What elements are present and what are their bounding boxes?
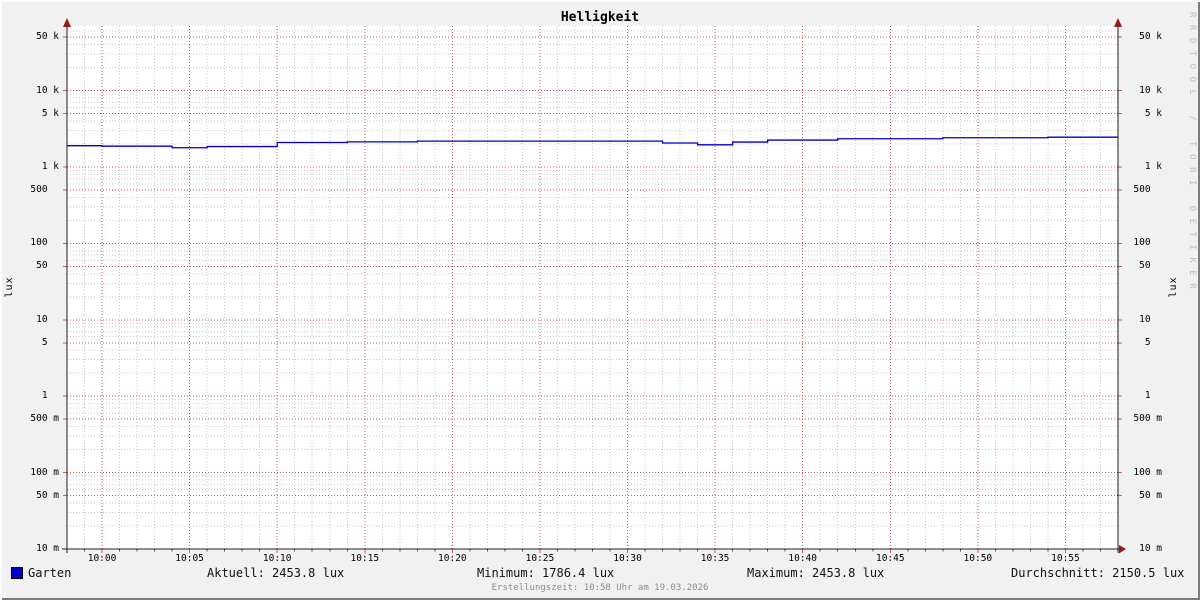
y-tick-label-right: 1 (1144, 390, 1162, 402)
y-tick-label-left: 50 m (36, 489, 59, 501)
y-tick-label-left: 100 m (30, 466, 59, 478)
y-axis-title-left: lux (4, 276, 15, 298)
y-tick-label-right: 5 (1144, 336, 1162, 348)
y-tick-label-right: 50 k (1139, 31, 1162, 43)
legend-stat: Minimum: 1786.4 lux (477, 566, 615, 580)
legend-stat: Maximum: 2453.8 lux (747, 566, 885, 580)
y-axis-title-right: lux (1168, 276, 1179, 298)
y-tick-label-left: 5 (41, 336, 59, 348)
rrdtool-graph: Helligkeit 50 k 10 k 5 k 1 k 500 100 50 10 5… (0, 0, 1200, 600)
creation-time: Erstellungszeit: 10:58 Uhr am 19.03.2026 (491, 583, 709, 593)
x-tick-label: 10:00 (87, 553, 117, 564)
y-tick-label-left: 10 (36, 313, 59, 325)
y-tick-label-left: 5 k (41, 107, 59, 119)
y-tick-label-left: 100 (30, 237, 59, 249)
x-tick-label: 10:20 (438, 553, 467, 564)
legend: Garten Aktuell: 2453.8 lux Minimum: 1786.… (0, 566, 1200, 580)
x-tick-label: 10:10 (262, 553, 292, 564)
x-tick-label: 10:45 (875, 553, 905, 564)
y-tick-label-right: 10 k (1139, 84, 1162, 96)
legend-stat: Aktuell: 2453.8 lux (207, 566, 345, 580)
y-tick-label-left: 10 m (36, 543, 59, 554)
x-tick-label: 10:25 (525, 553, 555, 564)
graph-title: Helligkeit (560, 10, 640, 25)
legend-stat: Durchschnitt: 2150.5 lux (1011, 566, 1185, 580)
x-tick-label: 10:35 (700, 553, 730, 564)
x-tick-label: 10:55 (1051, 553, 1080, 564)
x-tick-label: 10:40 (788, 553, 817, 564)
y-tick-label-left: 1 k (41, 160, 59, 172)
y-tick-label-left: 50 k (36, 31, 59, 43)
y-tick-label-left: 10 k (36, 84, 59, 96)
y-tick-label-left: 500 (30, 183, 59, 195)
y-tick-label-right: 50 (1139, 260, 1162, 272)
y-tick-label-right: 50 m (1139, 489, 1162, 501)
y-tick-label-left: 1 (41, 390, 59, 402)
y-tick-label-right: 10 m (1139, 543, 1162, 554)
x-tick-label: 10:50 (963, 553, 993, 564)
y-tick-label-right: 5 k (1144, 107, 1162, 119)
legend-series-name: Garten (28, 566, 72, 580)
x-tick-label: 10:30 (613, 553, 642, 564)
plot-area (62, 18, 1126, 554)
y-tick-label-right: 10 (1139, 313, 1162, 325)
x-tick-label: 10:05 (175, 553, 204, 564)
legend-color-swatch (11, 567, 23, 579)
x-tick-label: 10:15 (350, 553, 380, 564)
y-tick-label-right: 500 (1133, 183, 1162, 195)
rrdtool-signature: RRDTOOL / TOBI OETIKER (1187, 12, 1197, 297)
y-tick-label-left: 500 m (30, 413, 59, 425)
y-tick-label-right: 100 m (1133, 466, 1162, 478)
y-tick-label-right: 100 (1133, 237, 1162, 249)
x-axis-arrow (1119, 545, 1126, 554)
y-tick-label-right: 1 k (1144, 160, 1162, 172)
y-tick-label-right: 500 m (1133, 413, 1162, 425)
